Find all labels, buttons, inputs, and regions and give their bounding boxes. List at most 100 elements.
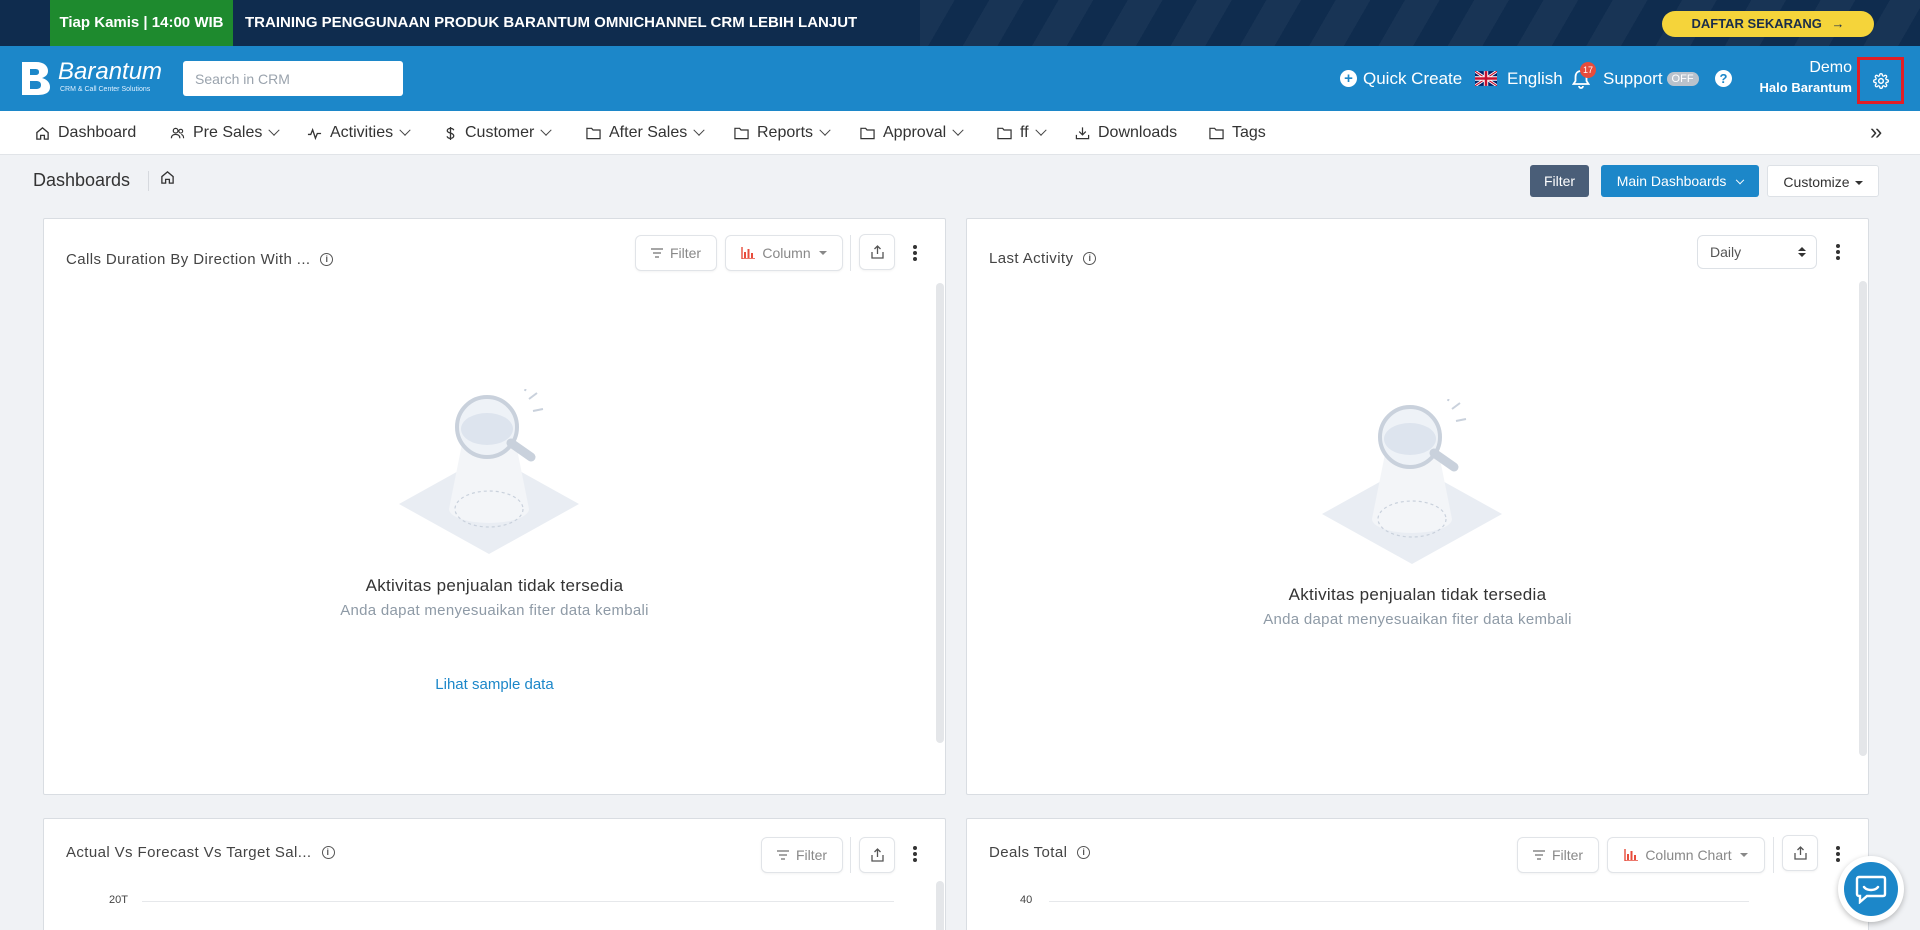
info-icon[interactable]: i	[321, 846, 335, 859]
widget-scrollbar[interactable]	[936, 283, 944, 743]
export-button[interactable]	[859, 234, 895, 270]
nav-ff[interactable]: ff	[997, 111, 1047, 155]
nav-more-button[interactable]: »	[1870, 111, 1882, 155]
empty-search-illustration	[1322, 399, 1502, 564]
nav-activities-label: Activities	[330, 124, 394, 141]
support-label: Support	[1603, 68, 1663, 88]
home-icon	[36, 126, 49, 140]
bar-chart-icon	[1624, 849, 1639, 861]
nav-downloads[interactable]: Downloads	[1075, 111, 1177, 155]
home-icon	[161, 171, 174, 184]
empty-state-title: Aktivitas penjualan tidak tersedia	[1288, 585, 1547, 604]
nav-customer[interactable]: Customer	[444, 111, 553, 155]
period-select[interactable]: Daily	[1697, 235, 1817, 269]
nav-customer-label: Customer	[465, 124, 535, 141]
chart-type-dropdown[interactable]: Column	[725, 235, 843, 271]
view-sample-data-link[interactable]: Lihat sample data	[44, 676, 945, 693]
language-selector[interactable]: English	[1475, 46, 1563, 111]
filter-lines-icon	[776, 850, 789, 860]
more-options-button[interactable]	[1836, 846, 1840, 862]
widget-filter-label: Filter	[795, 847, 828, 863]
widget-title-text: Last Activity	[989, 250, 1074, 267]
info-icon[interactable]: i	[1083, 252, 1097, 265]
home-button[interactable]	[160, 170, 175, 190]
chevron-down-icon	[1736, 175, 1745, 185]
widget-filter-button[interactable]: Filter	[635, 235, 717, 271]
activity-icon	[307, 127, 322, 140]
barantum-logo[interactable]: Barantum CRM & Call Center Solutions	[20, 58, 170, 98]
widget-scrollbar[interactable]	[936, 881, 944, 930]
last-activity-widget: Last Activity i Daily Aktivitas penjuala…	[966, 218, 1869, 795]
chevron-down-icon	[399, 124, 411, 136]
support-toggle[interactable]: Support OFF	[1603, 46, 1699, 111]
nav-activities[interactable]: Activities	[307, 111, 411, 155]
nav-pre-sales[interactable]: Pre Sales	[170, 111, 281, 155]
page-title: Dashboards	[33, 170, 131, 190]
filter-lines-icon	[1532, 850, 1545, 860]
chat-bubble-icon	[1855, 875, 1887, 904]
dashboard-filter-button[interactable]: Filter	[1530, 165, 1589, 197]
chevron-down-icon	[1034, 124, 1047, 136]
chevron-down-icon	[693, 124, 705, 136]
settings-button[interactable]	[1857, 57, 1904, 104]
logo-subtitle: CRM & Call Center Solutions	[60, 86, 151, 93]
download-icon	[1075, 127, 1090, 140]
folder-icon	[1209, 127, 1224, 140]
widget-title-text: Calls Duration By Direction With ...	[66, 251, 311, 268]
folder-icon	[734, 127, 749, 140]
search-input[interactable]	[183, 61, 403, 96]
widget-filter-button[interactable]: Filter	[761, 837, 843, 873]
main-nav: Dashboard Pre Sales Activities Customer …	[0, 111, 1920, 155]
widget-title-text: Actual Vs Forecast Vs Target Sal...	[66, 844, 312, 861]
nav-after-sales[interactable]: After Sales	[586, 111, 705, 155]
language-label: English	[1507, 68, 1563, 88]
quick-create-button[interactable]: + Quick Create	[1340, 46, 1462, 111]
caret-down-icon	[818, 251, 827, 255]
main-dashboards-dropdown[interactable]: Main Dashboards	[1601, 165, 1759, 197]
more-options-button[interactable]	[913, 245, 917, 261]
share-icon	[870, 848, 884, 862]
nav-dashboard[interactable]: Dashboard	[35, 111, 136, 155]
more-options-button[interactable]	[1836, 244, 1840, 260]
y-axis-tick: 40	[1020, 894, 1033, 906]
live-chat-button[interactable]	[1838, 856, 1904, 922]
widget-filter-label: Filter	[669, 245, 702, 261]
nav-ff-label: ff	[1020, 124, 1029, 141]
user-menu[interactable]: Demo Halo Barantum	[1740, 59, 1852, 95]
help-button[interactable]: ?	[1715, 46, 1732, 111]
nav-reports[interactable]: Reports	[734, 111, 831, 155]
sort-arrows-icon	[1798, 247, 1806, 257]
info-icon[interactable]: i	[320, 253, 334, 266]
users-icon	[170, 127, 185, 138]
chevron-down-icon	[540, 124, 553, 136]
dollar-icon	[446, 126, 455, 140]
barantum-logo-mark	[22, 62, 50, 95]
chevron-down-icon	[819, 124, 831, 136]
chart-type-dropdown[interactable]: Column Chart	[1607, 837, 1765, 873]
info-icon[interactable]: i	[1077, 846, 1091, 859]
widget-title: Calls Duration By Direction With ... i	[66, 251, 334, 268]
nav-tags[interactable]: Tags	[1209, 111, 1266, 155]
nav-after-sales-label: After Sales	[609, 124, 688, 141]
period-select-label: Daily	[1710, 244, 1742, 260]
export-button[interactable]	[1782, 835, 1818, 871]
register-now-button[interactable]: DAFTAR SEKARANG →	[1662, 11, 1874, 37]
forecast-widget: Actual Vs Forecast Vs Target Sal... i Fi…	[43, 818, 946, 930]
widget-filter-button[interactable]: Filter	[1517, 837, 1599, 873]
logo-wordmark: Barantum	[58, 58, 163, 85]
chat-button-inner	[1844, 862, 1898, 916]
calls-duration-widget: Calls Duration By Direction With ... i F…	[43, 218, 946, 795]
folder-icon	[860, 127, 875, 140]
nav-approval[interactable]: Approval	[860, 111, 964, 155]
bar-chart-icon	[741, 247, 756, 259]
nav-dashboard-label: Dashboard	[58, 124, 137, 141]
export-button[interactable]	[859, 837, 895, 873]
customize-dropdown[interactable]: Customize	[1767, 165, 1879, 197]
register-now-label: DAFTAR SEKARANG	[1691, 16, 1822, 31]
widget-title: Actual Vs Forecast Vs Target Sal... i	[66, 844, 335, 861]
button-divider	[1773, 837, 1774, 873]
more-options-button[interactable]	[913, 846, 917, 862]
widget-scrollbar[interactable]	[1859, 281, 1867, 756]
notifications-button[interactable]: 17	[1572, 46, 1596, 111]
button-divider	[850, 837, 851, 873]
